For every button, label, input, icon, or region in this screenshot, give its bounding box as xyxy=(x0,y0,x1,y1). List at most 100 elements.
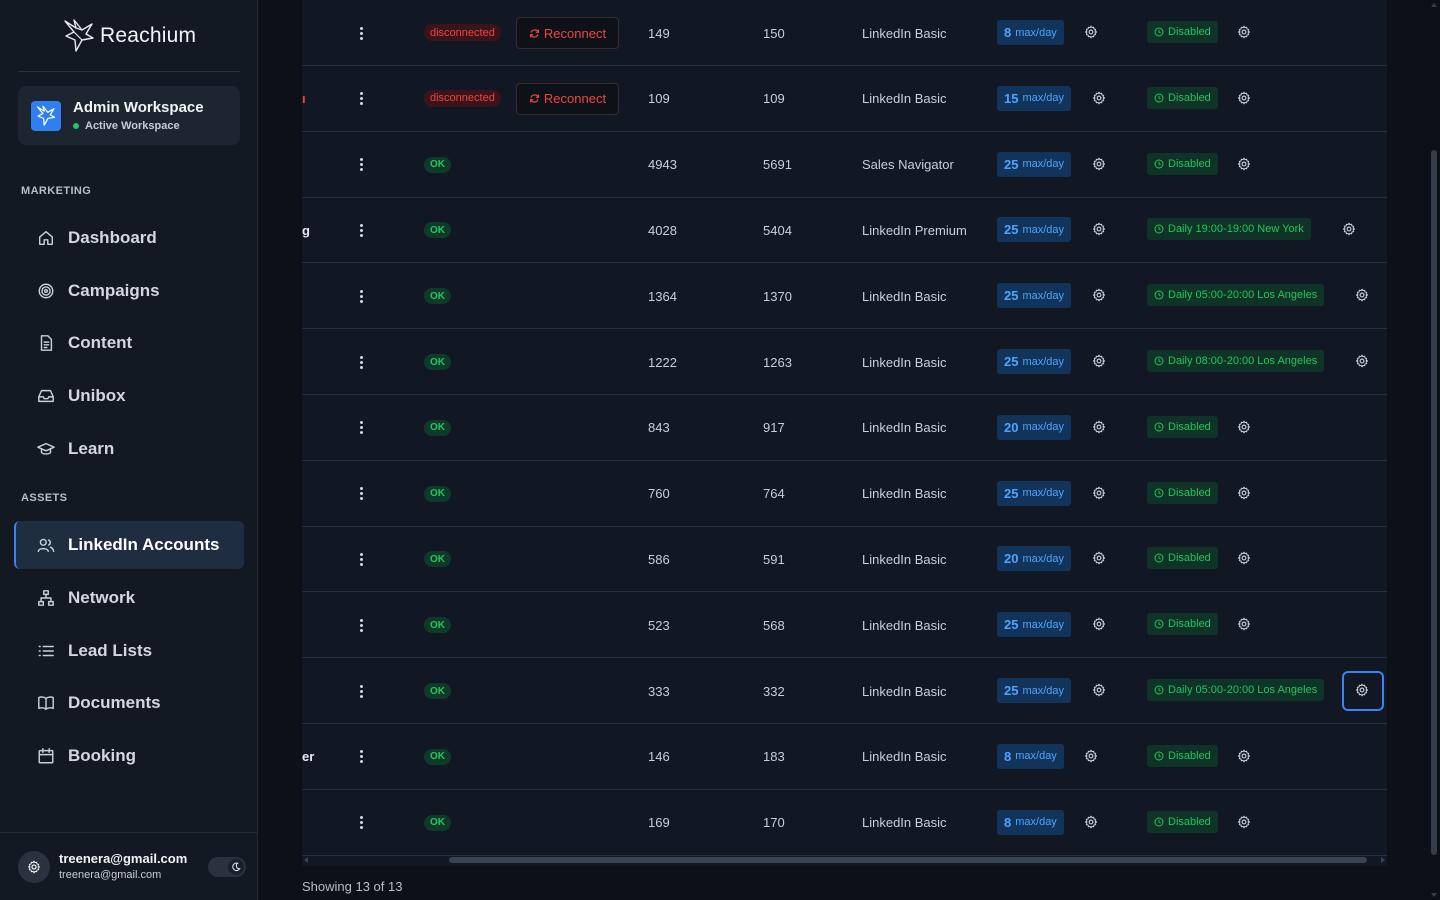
limit-settings-gear-icon[interactable] xyxy=(1092,683,1108,699)
daily-limit-badge[interactable]: 25 max/day xyxy=(997,480,1072,506)
limit-settings-gear-icon[interactable] xyxy=(1092,354,1108,370)
limit-settings-gear-icon[interactable] xyxy=(1084,25,1100,41)
limit-settings-gear-icon[interactable] xyxy=(1092,551,1108,567)
clock-icon xyxy=(1154,619,1164,629)
daily-limit-badge[interactable]: 15 max/day xyxy=(997,85,1072,111)
limit-settings-gear-icon[interactable] xyxy=(1084,749,1100,765)
schedule-settings-gear-icon[interactable] xyxy=(1237,617,1253,633)
limit-settings-gear-icon[interactable] xyxy=(1084,815,1100,831)
daily-limit-badge[interactable]: 25 max/day xyxy=(997,678,1072,703)
reconnect-button[interactable]: Reconnect xyxy=(516,82,619,115)
schedule-settings-gear-icon[interactable] xyxy=(1237,157,1253,173)
limit-settings-gear-icon[interactable] xyxy=(1092,420,1108,436)
horizontal-scrollbar[interactable] xyxy=(302,855,1387,865)
sidebar-item-dashboard[interactable]: Dashboard xyxy=(14,214,244,262)
row-menu-button[interactable] xyxy=(354,263,368,329)
schedule-settings-gear-icon[interactable] xyxy=(1355,354,1371,370)
limit-settings-gear-icon[interactable] xyxy=(1092,617,1108,633)
daily-limit-badge[interactable]: 20 max/day xyxy=(997,546,1072,572)
sidebar-item-learn[interactable]: Learn xyxy=(14,425,244,473)
schedule-badge[interactable]: Daily 08:00-20:00 Los Angeles xyxy=(1147,350,1325,372)
scroll-up-arrow[interactable] xyxy=(1431,3,1437,7)
schedule-settings-gear-icon[interactable] xyxy=(1237,749,1253,765)
daily-limit-unit: max/day xyxy=(1022,289,1065,302)
row-menu-button[interactable] xyxy=(354,526,368,592)
row-menu-button[interactable] xyxy=(354,395,368,461)
daily-limit-badge[interactable]: 25 max/day xyxy=(997,612,1072,638)
scroll-right-arrow[interactable] xyxy=(1381,857,1385,863)
brand-logo[interactable]: Reachium xyxy=(62,18,196,54)
followers-count: 183 xyxy=(763,749,785,765)
sidebar-item-booking[interactable]: Booking xyxy=(14,732,244,780)
daily-limit-badge[interactable]: 25 max/day xyxy=(997,283,1072,309)
schedule-settings-gear-icon[interactable] xyxy=(1237,25,1253,41)
limit-settings-gear-icon[interactable] xyxy=(1092,288,1108,304)
daily-limit-badge[interactable]: 25 max/day xyxy=(997,217,1072,243)
more-vertical-icon xyxy=(359,289,363,304)
schedule-settings-gear-icon[interactable] xyxy=(1237,486,1253,502)
sidebar-item-linkedin-accounts[interactable]: LinkedIn Accounts xyxy=(14,521,244,569)
limit-settings-gear-icon[interactable] xyxy=(1092,157,1108,173)
schedule-badge[interactable]: Disabled xyxy=(1147,86,1218,109)
sidebar-item-documents[interactable]: Documents xyxy=(14,679,244,727)
horizontal-scrollbar-thumb[interactable] xyxy=(449,857,1367,863)
daily-limit-badge[interactable]: 25 max/day xyxy=(997,151,1072,177)
row-menu-button[interactable] xyxy=(354,0,368,66)
schedule-badge[interactable]: Disabled xyxy=(1147,613,1218,636)
theme-toggle[interactable] xyxy=(208,857,246,877)
sidebar-item-campaigns[interactable]: Campaigns xyxy=(14,267,244,315)
schedule-settings-gear-icon[interactable] xyxy=(1342,222,1358,238)
schedule-settings-gear-icon[interactable] xyxy=(1237,420,1253,436)
table-row: OK 760 764 LinkedIn Basic 25 max/day Disabled xyxy=(302,461,1387,527)
vertical-scrollbar-thumb[interactable] xyxy=(1431,150,1437,855)
followers-count: 1263 xyxy=(763,354,792,370)
schedule-badge[interactable]: Disabled xyxy=(1147,547,1218,570)
limit-settings-gear-icon[interactable] xyxy=(1092,91,1108,107)
schedule-badge[interactable]: Disabled xyxy=(1147,415,1218,438)
schedule-settings-gear-icon[interactable] xyxy=(1237,551,1253,567)
more-vertical-icon xyxy=(359,815,363,830)
row-menu-button[interactable] xyxy=(354,66,368,132)
daily-limit-badge[interactable]: 25 max/day xyxy=(997,349,1072,374)
vertical-scrollbar[interactable] xyxy=(1428,0,1440,900)
schedule-settings-gear-icon[interactable] xyxy=(1237,91,1253,107)
limit-settings-gear-icon[interactable] xyxy=(1092,486,1108,502)
followers-count: 1370 xyxy=(763,288,792,304)
daily-limit-value: 25 xyxy=(1004,617,1019,633)
schedule-badge[interactable]: Disabled xyxy=(1147,744,1218,767)
workspace-switcher[interactable]: Admin Workspace Active Workspace xyxy=(18,86,240,145)
schedule-badge[interactable]: Disabled xyxy=(1147,810,1218,833)
row-menu-button[interactable] xyxy=(354,132,368,198)
sidebar-item-lead-lists[interactable]: Lead Lists xyxy=(14,627,244,675)
row-menu-button[interactable] xyxy=(354,724,368,790)
schedule-badge[interactable]: Daily 05:00-20:00 Los Angeles xyxy=(1147,284,1325,307)
row-menu-button[interactable] xyxy=(354,658,368,724)
schedule-settings-gear-icon[interactable] xyxy=(1355,288,1371,304)
schedule-badge[interactable]: Disabled xyxy=(1147,481,1218,504)
row-menu-button[interactable] xyxy=(354,790,368,856)
row-menu-button[interactable] xyxy=(354,197,368,263)
daily-limit-badge[interactable]: 8 max/day xyxy=(997,809,1064,835)
row-menu-button[interactable] xyxy=(354,461,368,527)
schedule-badge[interactable]: Disabled xyxy=(1147,21,1218,43)
daily-limit-badge[interactable]: 20 max/day xyxy=(997,414,1072,440)
accounts-table: disconnected Reconnect 149 150 LinkedIn Basi… xyxy=(302,0,1387,866)
schedule-badge[interactable]: Disabled xyxy=(1147,152,1218,175)
schedule-badge[interactable]: Daily 05:00-20:00 Los Angeles xyxy=(1147,679,1325,701)
row-menu-button[interactable] xyxy=(354,329,368,395)
limit-settings-gear-icon[interactable] xyxy=(1092,222,1108,238)
scroll-down-arrow[interactable] xyxy=(1431,893,1437,897)
sidebar-item-network[interactable]: Network xyxy=(14,574,244,622)
schedule-settings-gear-icon[interactable] xyxy=(1237,815,1253,831)
schedule-badge[interactable]: Daily 19:00-19:00 New York xyxy=(1147,218,1311,241)
row-menu-button[interactable] xyxy=(354,592,368,658)
sidebar-item-content[interactable]: Content xyxy=(14,319,244,367)
scroll-left-arrow[interactable] xyxy=(304,857,308,863)
schedule-settings-gear-icon[interactable] xyxy=(1355,683,1371,699)
daily-limit-badge[interactable]: 8 max/day xyxy=(997,743,1064,769)
reconnect-button[interactable]: Reconnect xyxy=(516,17,619,49)
settings-button[interactable] xyxy=(18,851,50,883)
daily-limit-badge[interactable]: 8 max/day xyxy=(997,20,1064,45)
table-row: g OK 4028 5404 LinkedIn Premium 25 max/day Dail… xyxy=(302,197,1387,264)
sidebar-item-unibox[interactable]: Unibox xyxy=(14,372,244,420)
